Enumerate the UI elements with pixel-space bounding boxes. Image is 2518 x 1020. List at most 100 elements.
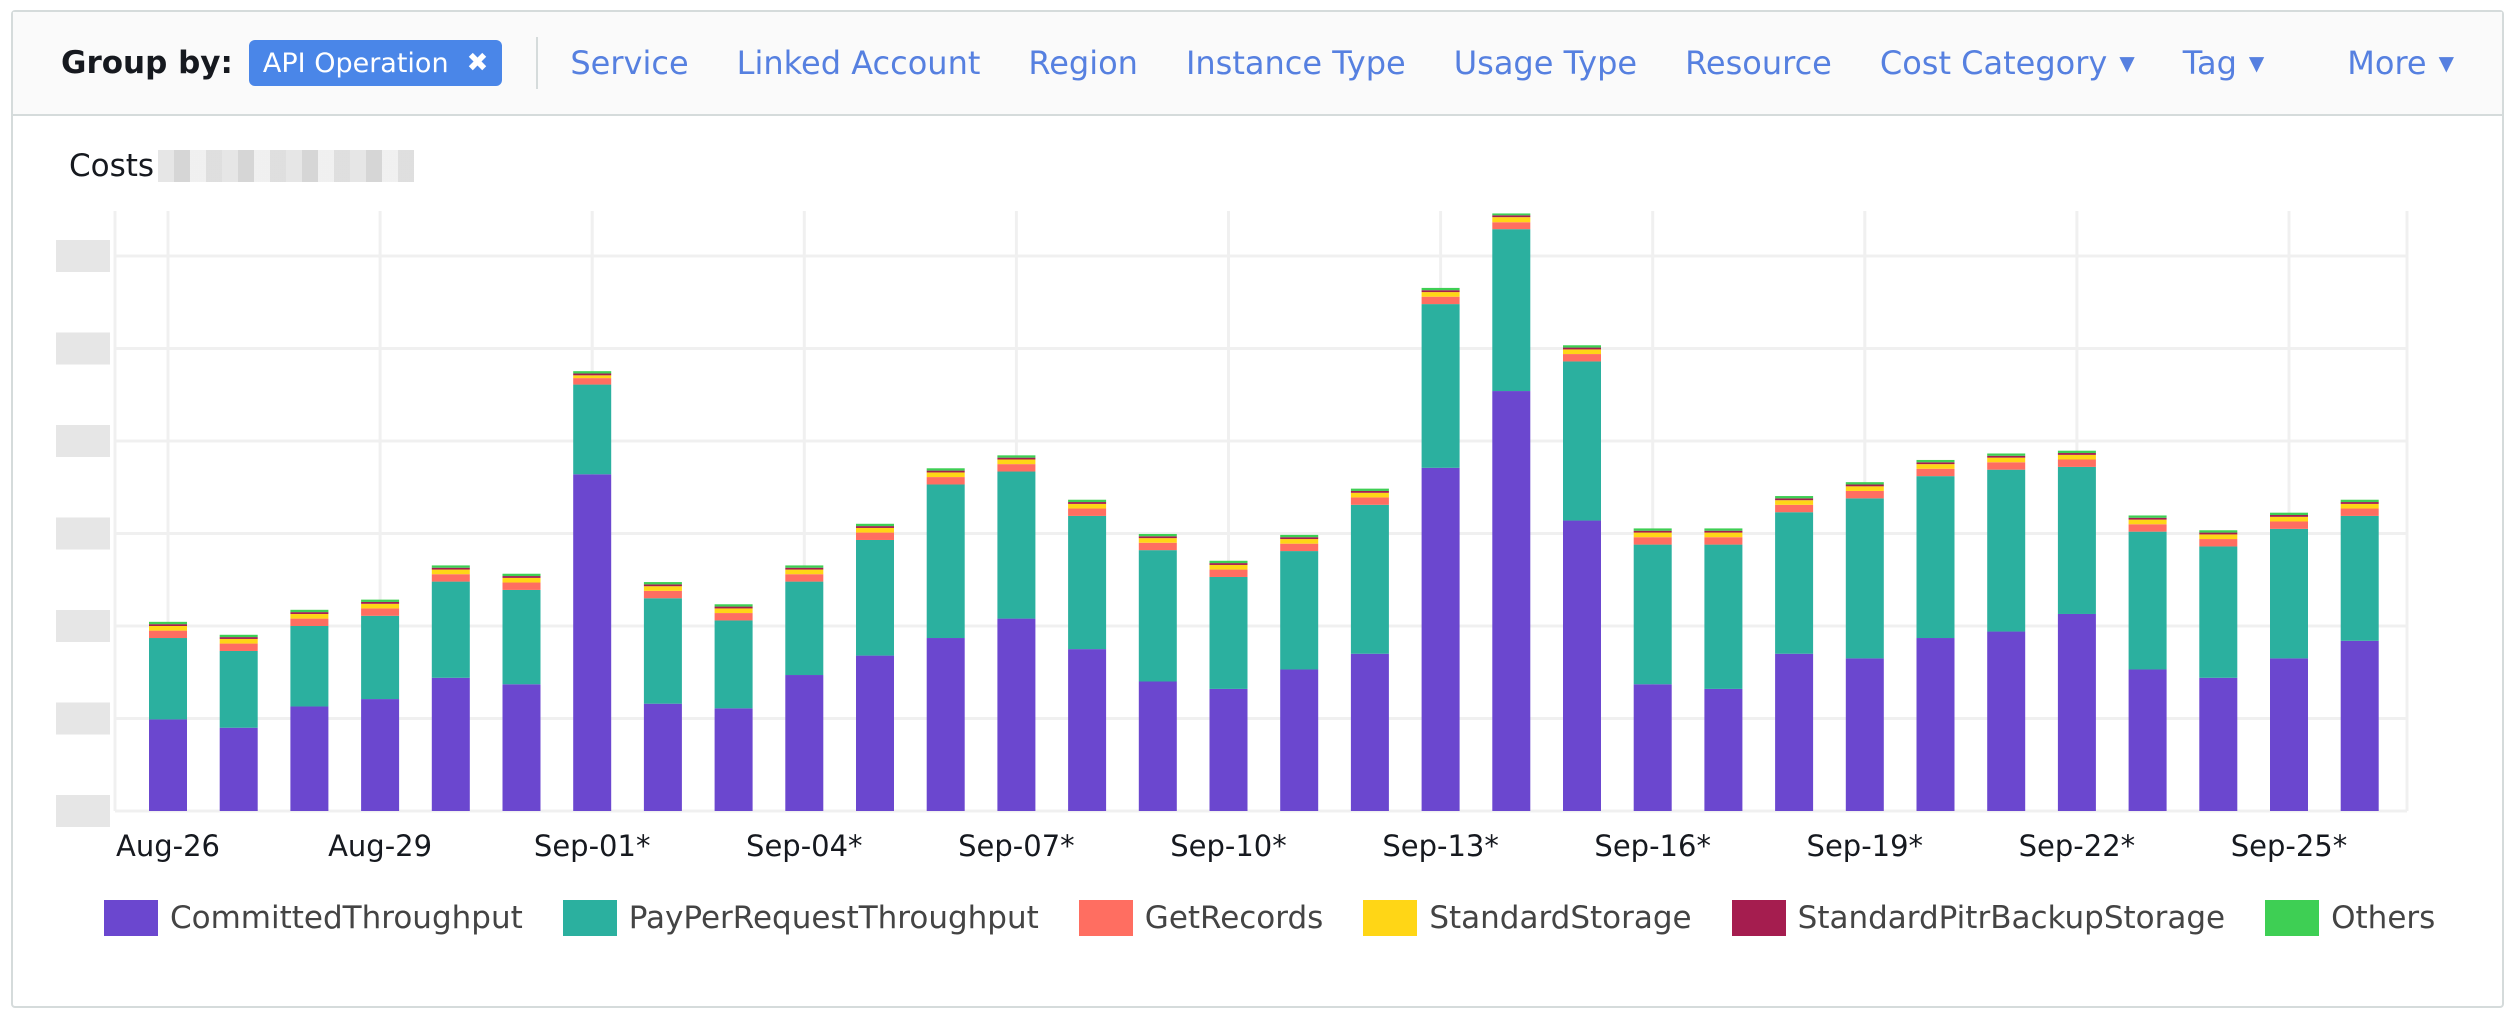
bar-segment-standardpitrbackupstorage	[361, 601, 400, 604]
legend-item[interactable]: GetRecords	[1078, 900, 1324, 936]
bar-segment-committedthroughput	[1421, 467, 1460, 811]
bar-segment-others	[2270, 512, 2308, 515]
bar-segment-payperrequestthroughput	[502, 589, 541, 685]
bar-segment-committedthroughput	[643, 703, 682, 811]
bar-segment-getrecords	[856, 532, 894, 540]
bar-segment-getrecords	[219, 643, 258, 651]
bar-segment-standardpitrbackupstorage	[2340, 502, 2379, 504]
x-tick-label: Sep-07*	[958, 829, 1075, 863]
bar-segment-others	[1280, 534, 1319, 538]
bar-segment-others	[1492, 213, 1531, 216]
bar-segment-standardpitrbackupstorage	[2199, 532, 2238, 535]
bar-segment-others	[149, 621, 187, 625]
bar-segment-getrecords	[2270, 521, 2308, 529]
y-tick-label-redacted	[56, 425, 110, 457]
bar-segment-committedthroughput	[1280, 669, 1319, 811]
bar-segment-committedthroughput	[1775, 653, 1814, 811]
bar-segment-standardpitrbackupstorage	[2270, 515, 2308, 517]
y-tick-label-redacted	[56, 240, 110, 272]
bar-segment-getrecords	[290, 618, 329, 626]
bar-segment-committedthroughput	[431, 677, 470, 811]
legend-label: Others	[2331, 900, 2436, 936]
x-tick-label: Sep-22*	[2019, 829, 2136, 863]
bar-segment-standardpitrbackupstorage	[1845, 484, 1884, 487]
bar-segment-getrecords	[361, 608, 400, 616]
bar-segment-others	[1775, 496, 1814, 499]
bar-segment-standardpitrbackupstorage	[785, 567, 824, 570]
bar-segment-standardstorage	[361, 603, 400, 609]
bar-segment-others	[856, 523, 894, 527]
bar-segment-payperrequestthroughput	[431, 581, 470, 678]
bar-segment-standardpitrbackupstorage	[1421, 290, 1460, 293]
bar-segment-standardstorage	[785, 569, 824, 575]
bar-segment-standardstorage	[1421, 292, 1460, 297]
bar-segment-getrecords	[1704, 537, 1743, 545]
stacked-bar-chart: Aug-26 Aug-29 Sep-01* Sep-04* Sep-07* Sep-10*…	[56, 211, 2409, 863]
bar-segment-standardstorage	[1350, 492, 1389, 498]
bar-segment-getrecords	[997, 464, 1036, 472]
bar-segment-getrecords	[1209, 569, 1248, 577]
bar-segment-standardpitrbackupstorage	[502, 576, 541, 578]
bar-segment-others	[361, 599, 400, 602]
legend-item[interactable]: StandardPitrBackupStorage	[1731, 900, 2226, 936]
bar-segment-payperrequestthroughput	[714, 620, 753, 709]
bar-segment-standardpitrbackupstorage	[1633, 530, 1672, 533]
bar-segment-committedthroughput	[1987, 631, 2026, 811]
bar-segment-getrecords	[785, 574, 824, 582]
bar-segment-committedthroughput	[1138, 681, 1177, 811]
bar-segment-committedthroughput	[2128, 669, 2167, 811]
bar-segment-standardstorage	[573, 375, 612, 379]
legend-item[interactable]: Others	[2265, 900, 2435, 936]
bar-segment-others	[2340, 499, 2379, 503]
legend-label: PayPerRequestThroughput	[628, 900, 1039, 936]
bar-segment-payperrequestthroughput	[1633, 544, 1672, 685]
bar-segment-getrecords	[1068, 508, 1107, 516]
x-tick-label: Sep-04*	[746, 829, 863, 863]
bar-segment-committedthroughput	[997, 618, 1036, 811]
bar-segment-getrecords	[149, 630, 187, 639]
bar-segment-payperrequestthroughput	[1704, 544, 1743, 689]
legend-label: GetRecords	[1144, 900, 1324, 936]
bar-segment-payperrequestthroughput	[926, 484, 965, 639]
bar-segment-committedthroughput	[1492, 391, 1531, 811]
bar-segment-others	[1845, 482, 1884, 485]
bar-segment-standardpitrbackupstorage	[1987, 455, 2026, 458]
bar-segment-committedthroughput	[2199, 677, 2238, 811]
bar-segment-standardstorage	[1845, 486, 1884, 491]
x-tick-label: Sep-01*	[534, 829, 651, 863]
bar-segment-getrecords	[1563, 354, 1601, 362]
bar-segment-others	[1704, 528, 1743, 531]
bar-segment-payperrequestthroughput	[2199, 546, 2238, 678]
legend-item[interactable]: StandardStorage	[1363, 900, 1692, 936]
bar-segment-committedthroughput	[1209, 688, 1248, 811]
bar-segment-others	[431, 565, 470, 568]
bar-segment-standardstorage	[1916, 464, 1955, 469]
bar-segment-standardstorage	[1209, 564, 1248, 570]
bar-segment-standardstorage	[997, 459, 1036, 465]
bar-segment-getrecords	[1421, 296, 1460, 305]
bar-segment-others	[1350, 488, 1389, 491]
bar-segment-standardstorage	[290, 613, 329, 619]
legend-label: StandardPitrBackupStorage	[1797, 900, 2226, 936]
bar-segment-getrecords	[573, 378, 612, 385]
bar-segment-standardstorage	[1633, 532, 1672, 538]
bar-segment-committedthroughput	[219, 727, 258, 811]
legend-swatch	[1731, 900, 1786, 936]
bar-segment-standardstorage	[926, 472, 965, 478]
bar-segment-payperrequestthroughput	[361, 615, 400, 700]
bar-segment-payperrequestthroughput	[1563, 361, 1601, 521]
legend-item[interactable]: CommittedThroughput	[104, 900, 523, 936]
bar-segment-payperrequestthroughput	[2057, 466, 2096, 614]
x-tick-label: Aug-29	[328, 829, 432, 863]
bar-segment-getrecords	[1633, 537, 1672, 545]
bar-segment-standardstorage	[2057, 454, 2096, 460]
bar-segment-committedthroughput	[2270, 658, 2308, 811]
legend-item[interactable]: PayPerRequestThroughput	[562, 900, 1039, 936]
bar-segment-payperrequestthroughput	[1421, 304, 1460, 468]
bar-segment-others	[1916, 459, 1955, 463]
bar-segment-getrecords	[502, 582, 541, 590]
bar-segment-others	[785, 565, 824, 568]
bar-segment-standardpitrbackupstorage	[1492, 215, 1531, 218]
bar-segment-getrecords	[2128, 524, 2167, 532]
bar-segment-getrecords	[2340, 508, 2379, 516]
